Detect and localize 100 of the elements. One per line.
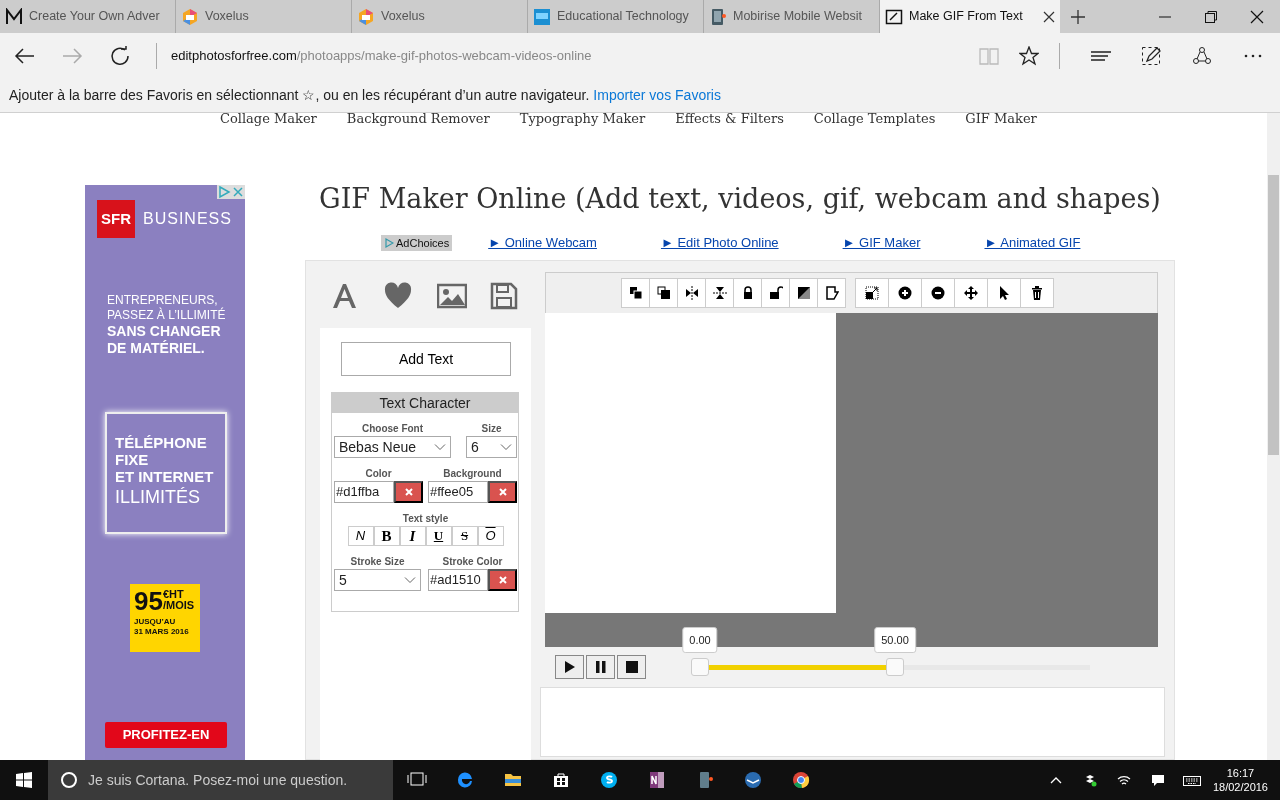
image-icon[interactable] bbox=[436, 282, 467, 310]
search-field[interactable]: Je suis Cortana. Posez-moi une question. bbox=[48, 760, 393, 800]
hexagon-icon bbox=[181, 7, 199, 26]
add-text-button[interactable]: Add Text bbox=[341, 342, 511, 376]
nav-link[interactable]: GIF Maker bbox=[965, 113, 1037, 126]
toolbar-button[interactable] bbox=[649, 278, 678, 308]
nav-link[interactable]: Collage Maker bbox=[220, 113, 317, 126]
slider-thumb[interactable] bbox=[691, 658, 709, 676]
ad-headline: PASSEZ À L’ILLIMITÉ bbox=[107, 308, 227, 323]
star-icon[interactable] bbox=[1019, 45, 1039, 66]
player-button[interactable] bbox=[586, 655, 615, 679]
chat-app-icon[interactable] bbox=[599, 770, 619, 790]
style-button[interactable]: U bbox=[425, 526, 452, 546]
page-title: GIF Maker Online (Add text, videos, gif, webcam and shapes) bbox=[318, 182, 1162, 216]
slider-thumb[interactable] bbox=[886, 658, 904, 676]
close-icon bbox=[498, 576, 507, 584]
ad-headline: SANS CHANGER bbox=[107, 323, 222, 340]
clock-time: 16:17 bbox=[1225, 766, 1256, 780]
m-logo-icon bbox=[5, 7, 23, 26]
toolbar-button[interactable] bbox=[1020, 278, 1054, 308]
windows-icon[interactable] bbox=[16, 772, 32, 788]
back-icon[interactable] bbox=[13, 45, 35, 66]
panel-title: Text Character bbox=[332, 393, 518, 413]
nav-link[interactable]: Background Remover bbox=[346, 113, 490, 126]
color-field[interactable]: #d1ffba bbox=[334, 481, 394, 503]
stop-icon bbox=[624, 660, 639, 674]
clear-button[interactable] bbox=[488, 569, 517, 591]
close-icon bbox=[404, 488, 413, 496]
style-button[interactable]: I bbox=[399, 526, 426, 546]
offer-text: TÉLÉPHONE bbox=[115, 434, 208, 451]
toolbar-button[interactable] bbox=[921, 278, 955, 308]
wifi-icon[interactable] bbox=[1116, 773, 1131, 787]
player-button[interactable] bbox=[617, 655, 646, 679]
style-button[interactable]: O bbox=[477, 526, 504, 546]
page-link[interactable]: ► Online Webcam bbox=[488, 233, 597, 253]
price-note: 31 MARS 2016 bbox=[134, 627, 190, 637]
share-icon[interactable] bbox=[1192, 45, 1213, 66]
toolbar-button[interactable] bbox=[855, 278, 889, 308]
page-link[interactable]: ► GIF Maker bbox=[842, 233, 921, 253]
toolbar-button[interactable] bbox=[677, 278, 706, 308]
offer-text: FIXE bbox=[115, 451, 150, 468]
page-link[interactable]: ► Animated GIF bbox=[984, 233, 1081, 253]
offer-button[interactable]: PROFITEZ-EN bbox=[105, 722, 227, 748]
style-button[interactable]: N bbox=[347, 526, 374, 546]
toolbar-button[interactable] bbox=[987, 278, 1021, 308]
select-field[interactable]: 5 bbox=[334, 569, 421, 591]
toolbar-button[interactable] bbox=[817, 278, 846, 308]
style-button[interactable]: S bbox=[451, 526, 478, 546]
color-field[interactable]: #ffee05 bbox=[428, 481, 488, 503]
globe-icon[interactable] bbox=[791, 770, 811, 790]
toolbar-button[interactable] bbox=[733, 278, 762, 308]
adchoices-badge[interactable]: AdChoices bbox=[381, 234, 453, 252]
new-tab-icon[interactable] bbox=[1070, 8, 1086, 25]
scrollbar[interactable] bbox=[1267, 113, 1280, 760]
select-field[interactable]: Bebas Neue bbox=[334, 436, 451, 458]
refresh-icon[interactable] bbox=[109, 45, 131, 66]
player-button[interactable] bbox=[555, 655, 584, 679]
mail-bird-icon[interactable] bbox=[743, 770, 763, 790]
style-button[interactable]: B bbox=[373, 526, 400, 546]
toolbar-button[interactable] bbox=[761, 278, 790, 308]
toolbar-button[interactable] bbox=[789, 278, 818, 308]
import-favorites-link[interactable]: Importer vos Favoris bbox=[593, 84, 721, 106]
keyboard-icon[interactable] bbox=[1182, 773, 1201, 787]
select-field[interactable]: 6 bbox=[466, 436, 517, 458]
cursor-icon bbox=[997, 286, 1011, 300]
price-unit: €HT bbox=[162, 589, 185, 600]
clock[interactable]: 16:17 18/02/2016 bbox=[1208, 766, 1280, 794]
clear-button[interactable] bbox=[488, 481, 517, 503]
save-icon[interactable] bbox=[489, 282, 520, 310]
color-field[interactable]: #ad1510 bbox=[428, 569, 488, 591]
price-note: JUSQU’AU bbox=[134, 617, 177, 627]
clock-date: 18/02/2016 bbox=[1212, 780, 1268, 794]
store-icon[interactable] bbox=[551, 770, 571, 790]
notebook-icon[interactable] bbox=[647, 770, 667, 790]
brand-logo: SFR bbox=[97, 200, 135, 238]
toolbar-button[interactable] bbox=[954, 278, 988, 308]
nav-link[interactable]: Collage Templates bbox=[813, 113, 936, 126]
clear-button[interactable] bbox=[394, 481, 423, 503]
restore-icon[interactable] bbox=[1204, 9, 1218, 24]
zoom-out-icon bbox=[931, 286, 945, 300]
field-label: Size bbox=[480, 422, 503, 436]
close-icon[interactable] bbox=[1043, 10, 1055, 23]
send-back-icon bbox=[656, 286, 671, 300]
browser-icon[interactable] bbox=[455, 770, 475, 790]
page-link[interactable]: ► Edit Photo Online bbox=[660, 233, 779, 253]
message-icon[interactable] bbox=[1150, 773, 1165, 787]
field-label: Choose Font bbox=[360, 422, 425, 436]
toolbar-button[interactable] bbox=[888, 278, 922, 308]
phone-icon bbox=[709, 7, 727, 26]
browser-tab[interactable]: Make GIF From Text bbox=[880, 0, 1060, 33]
toolbar-button[interactable] bbox=[705, 278, 734, 308]
zoom-in-icon bbox=[898, 286, 912, 300]
close-icon[interactable] bbox=[1250, 9, 1264, 24]
toolbar-button[interactable] bbox=[621, 278, 650, 308]
pen-note-icon[interactable] bbox=[1141, 45, 1162, 66]
ad-headline: DE MATÉRIEL. bbox=[107, 340, 206, 357]
nav-link[interactable]: Effects & Filters bbox=[675, 113, 784, 126]
value-tooltip: 50.00 bbox=[874, 627, 916, 653]
flip-vertical-icon bbox=[712, 286, 727, 300]
nav-link[interactable]: Typography Maker bbox=[519, 113, 646, 126]
